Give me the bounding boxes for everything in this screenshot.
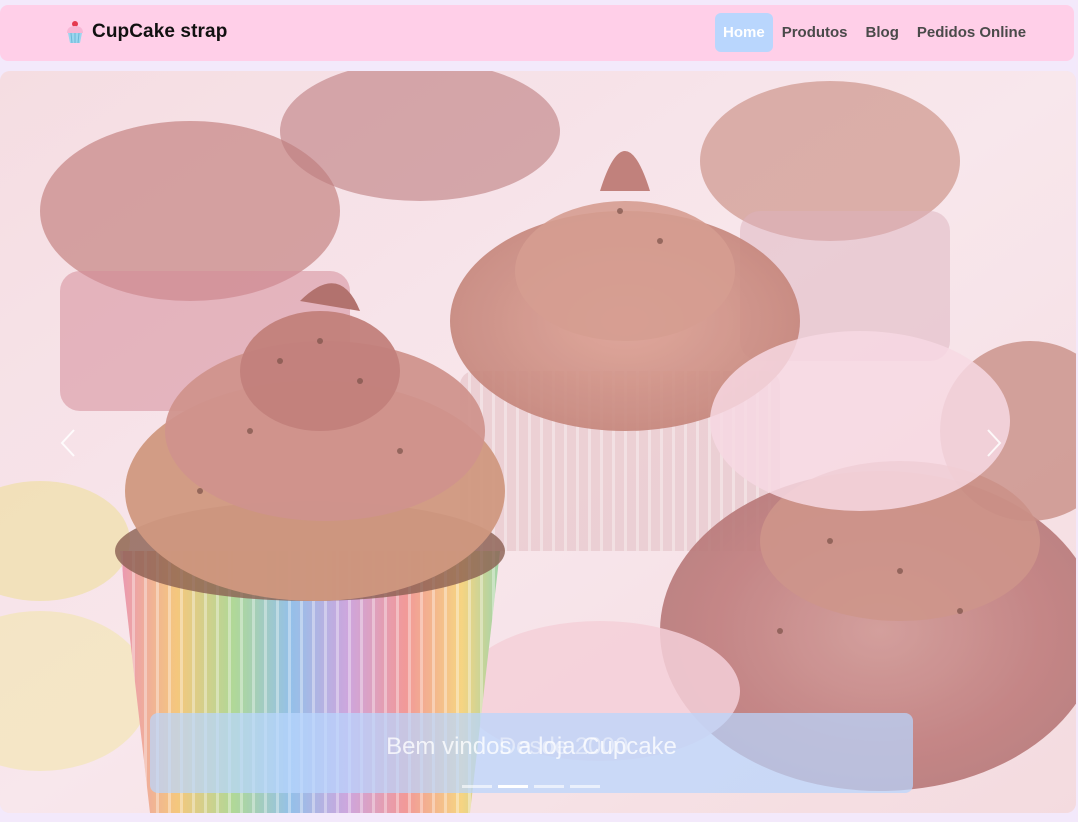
carousel-indicator-active[interactable] bbox=[498, 785, 528, 788]
carousel-indicator[interactable] bbox=[570, 785, 600, 788]
caption-text: Bem vindos a loja Cupcake bbox=[386, 733, 677, 760]
chevron-right-icon bbox=[987, 429, 1002, 457]
carousel-next-button[interactable] bbox=[974, 423, 1014, 463]
brand[interactable]: CupCake strap bbox=[64, 19, 227, 45]
navbar: CupCake strap Home Produtos Blog Pedidos… bbox=[0, 5, 1074, 61]
carousel-indicator[interactable] bbox=[462, 785, 492, 788]
nav-link-blog[interactable]: Blog bbox=[857, 13, 908, 52]
carousel-image bbox=[0, 71, 1076, 813]
nav-link-home[interactable]: Home bbox=[715, 13, 773, 52]
cupcake-icon bbox=[67, 21, 83, 44]
hero-carousel: Desde 2000 Bem vindos a loja Cupcake bbox=[0, 71, 1076, 813]
nav-links: Home Produtos Blog Pedidos Online bbox=[715, 13, 1035, 52]
page-bottom bbox=[0, 813, 1078, 822]
carousel-caption: Desde 2000 Bem vindos a loja Cupcake bbox=[150, 713, 913, 793]
brand-title: CupCake strap bbox=[92, 21, 228, 42]
carousel-indicators bbox=[462, 785, 600, 788]
nav-link-produtos[interactable]: Produtos bbox=[773, 13, 857, 52]
carousel-prev-button[interactable] bbox=[48, 423, 88, 463]
carousel-indicator[interactable] bbox=[534, 785, 564, 788]
nav-link-pedidos-online[interactable]: Pedidos Online bbox=[908, 13, 1035, 52]
chevron-left-icon bbox=[60, 429, 75, 457]
